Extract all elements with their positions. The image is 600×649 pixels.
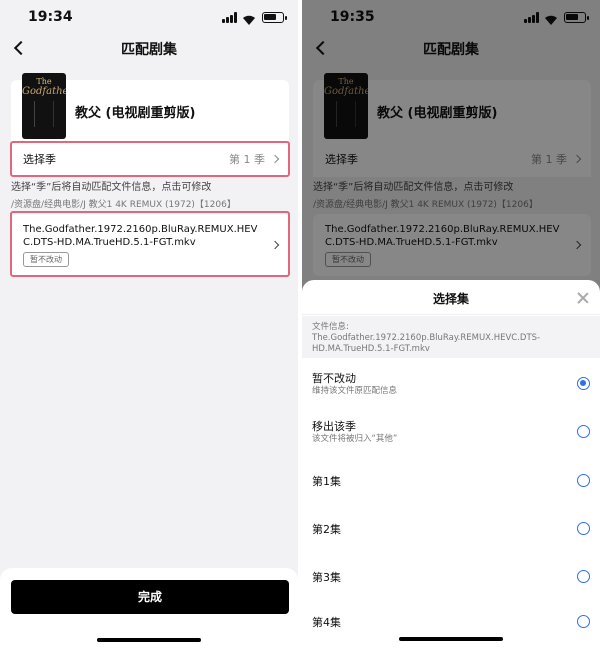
select-episode-sheet: 选择集 文件信息: The.Godfather.1972.2160p.BluRa…: [302, 280, 600, 649]
status-time: 19:34: [28, 9, 73, 25]
option-title: 第3集: [312, 571, 341, 584]
option-remove[interactable]: 移出该季 该文件将被归入“其他”: [302, 408, 600, 456]
sheet-header: 选择集: [302, 280, 600, 315]
file-info-label: 文件信息:: [312, 322, 349, 332]
chevron-right-icon: [270, 240, 280, 250]
option-subtitle: 该文件将被归入“其他”: [312, 434, 398, 444]
hint-text: 选择“季”后将自动匹配文件信息，点击可修改: [11, 182, 212, 193]
season-label: 选择季: [23, 153, 56, 166]
select-season-row[interactable]: 选择季 第 1 季: [11, 141, 289, 177]
poster-art: [34, 101, 54, 127]
done-button[interactable]: 完成: [11, 580, 289, 614]
close-icon[interactable]: [576, 291, 590, 305]
option-title: 第1集: [312, 475, 341, 488]
left-screen: 19:34 匹配剧集 The Godfather 教父 (电视剧重剪版) 选择季…: [0, 0, 298, 649]
option-episode-2[interactable]: 第2集: [302, 504, 600, 552]
signal-icon: [222, 12, 238, 23]
option-episode-1[interactable]: 第1集: [302, 456, 600, 504]
file-card[interactable]: The.Godfather.1972.2160p.BluRay.REMUX.HE…: [11, 214, 289, 276]
right-screen: 19:35 匹配剧集 The Godfather 教父 (电视剧重剪版) 选择季…: [302, 0, 600, 649]
option-title: 第2集: [312, 523, 341, 536]
radio-icon[interactable]: [577, 522, 590, 535]
option-episode-3[interactable]: 第3集: [302, 552, 600, 600]
sheet-title: 选择集: [432, 292, 469, 306]
radio-icon[interactable]: [577, 615, 590, 628]
season-value: 第 1 季: [229, 153, 265, 166]
file-path: /资源盘/经典电影/J 教父1 4K REMUX (1972)【1206】: [11, 200, 236, 210]
option-keep[interactable]: 暂不改动 维持该文件原匹配信息: [302, 360, 600, 408]
wifi-icon: [242, 11, 256, 25]
page-title: 匹配剧集: [121, 42, 177, 58]
chevron-right-icon: [270, 154, 280, 164]
home-indicator: [97, 638, 201, 642]
poster-text-top: The: [36, 77, 52, 86]
battery-icon: [262, 12, 287, 23]
file-name: The.Godfather.1972.2160p.BluRay.REMUX.HE…: [23, 224, 258, 248]
file-info: 文件信息: The.Godfather.1972.2160p.BluRay.RE…: [302, 316, 600, 358]
status-bar: 19:34: [0, 0, 298, 36]
option-subtitle: 维持该文件原匹配信息: [312, 386, 398, 396]
file-info-value: The.Godfather.1972.2160p.BluRay.REMUX.HE…: [312, 333, 541, 354]
bottom-bar: 完成: [0, 568, 298, 649]
movie-poster: The Godfather: [22, 73, 66, 139]
radio-selected-icon[interactable]: [577, 377, 590, 390]
movie-title: 教父 (电视剧重剪版): [75, 106, 196, 121]
radio-icon[interactable]: [577, 425, 590, 438]
home-indicator: [399, 637, 503, 641]
movie-card: The Godfather 教父 (电视剧重剪版): [11, 73, 289, 148]
radio-icon[interactable]: [577, 570, 590, 583]
status-badge: 暂不改动: [23, 252, 69, 267]
nav-bar: 匹配剧集: [0, 36, 298, 62]
poster-text-main: Godfather: [22, 86, 66, 97]
radio-icon[interactable]: [577, 474, 590, 487]
option-title: 第4集: [312, 616, 341, 629]
